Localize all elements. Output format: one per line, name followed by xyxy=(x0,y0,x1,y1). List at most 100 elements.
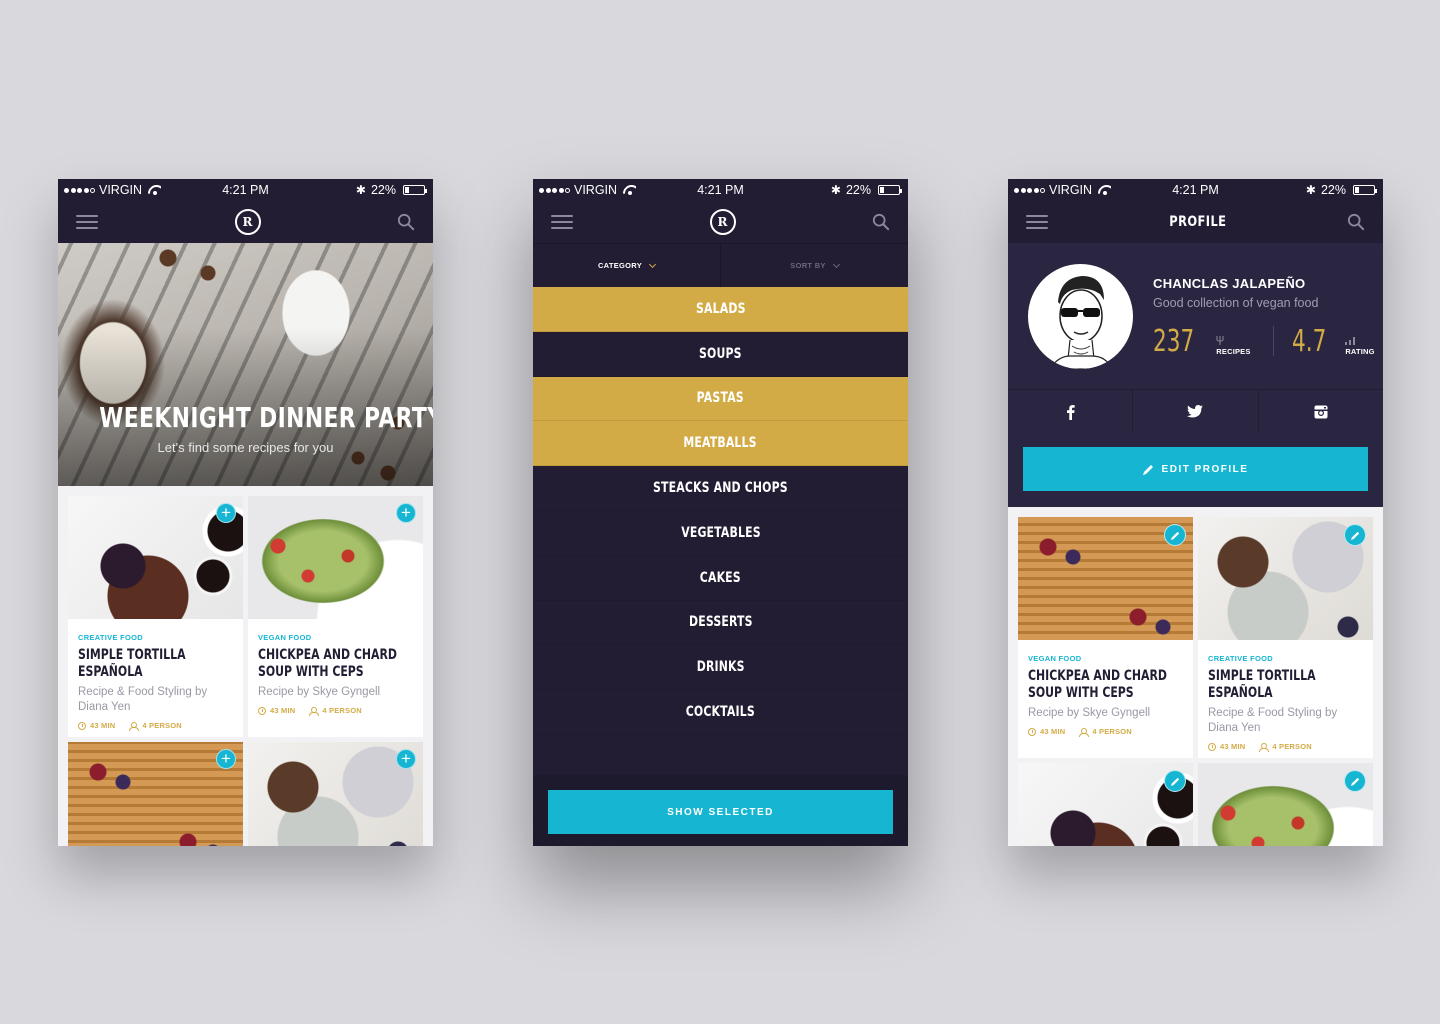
clock-icon xyxy=(258,706,266,715)
category-item[interactable]: VEGETABLES xyxy=(533,511,908,556)
battery-icon xyxy=(1353,185,1377,195)
bluetooth-icon: ✱ xyxy=(830,183,841,197)
recipe-servings: 4 PERSON xyxy=(142,721,182,730)
clock-icon xyxy=(1208,742,1216,751)
edit-recipe-button[interactable] xyxy=(1344,770,1366,792)
pencil-icon xyxy=(1142,464,1153,475)
show-selected-label: SHOW SELECTED xyxy=(667,806,774,818)
app-bar: R xyxy=(533,201,908,243)
menu-icon[interactable] xyxy=(1026,215,1048,229)
edit-recipe-button[interactable] xyxy=(1344,524,1366,546)
category-list: SALADS SOUPS PASTAS MEATBALLS STEACKS AN… xyxy=(533,287,908,735)
search-icon[interactable] xyxy=(1347,213,1365,231)
signal-icon xyxy=(64,187,95,193)
recipe-time: 43 MIN xyxy=(90,721,116,730)
bluetooth-icon: ✱ xyxy=(355,183,366,197)
search-icon[interactable] xyxy=(397,213,415,231)
category-label: PASTAS xyxy=(696,390,745,407)
category-item[interactable]: SOUPS xyxy=(533,332,908,377)
filter-bar: CATEGORY SORT BY xyxy=(533,243,908,287)
recipe-grid: + CREATIVE FOOD SIMPLE TORTILLA ESPAÑOLA… xyxy=(58,486,433,846)
wifi-icon xyxy=(148,185,161,195)
chevron-down-icon xyxy=(832,260,840,268)
recipe-time: 43 MIN xyxy=(1040,727,1066,736)
status-bar: VIRGIN 4:21 PM ✱ 22% xyxy=(1008,179,1383,201)
battery-percent: 22% xyxy=(845,183,871,197)
recipe-title: CHICKPEA AND CHARD SOUP WITH CEPS xyxy=(258,647,397,680)
recipe-card[interactable]: + VEGAN FOOD CHICKPEA AND CHARD SOUP WIT… xyxy=(248,496,423,737)
bar-chart-icon xyxy=(1345,337,1356,345)
category-item[interactable]: COCKTAILS xyxy=(533,690,908,735)
add-recipe-button[interactable]: + xyxy=(216,749,236,769)
recipe-card[interactable] xyxy=(1018,763,1193,846)
chevron-down-icon xyxy=(648,260,657,268)
edit-profile-section: EDIT PROFILE xyxy=(1008,433,1383,507)
recipe-servings: 4 PERSON xyxy=(1272,742,1312,751)
category-label: DRINKS xyxy=(696,659,745,676)
page-title: PROFILE xyxy=(1168,214,1227,230)
twitter-button[interactable] xyxy=(1133,390,1259,433)
sort-dropdown-label: SORT BY xyxy=(790,261,826,270)
search-icon[interactable] xyxy=(872,213,890,231)
app-logo-icon[interactable]: R xyxy=(234,209,261,235)
add-recipe-button[interactable]: + xyxy=(396,503,416,523)
app-logo-icon[interactable]: R xyxy=(709,209,736,235)
category-dropdown[interactable]: CATEGORY xyxy=(533,244,721,287)
category-item[interactable]: MEATBALLS xyxy=(533,421,908,467)
recipe-card[interactable]: + xyxy=(68,742,243,846)
pencil-icon xyxy=(1350,531,1359,540)
recipe-servings: 4 PERSON xyxy=(1092,727,1132,736)
category-label: COCKTAILS xyxy=(685,704,756,721)
avatar-illustration xyxy=(1049,275,1113,369)
edit-recipe-button[interactable] xyxy=(1164,524,1186,546)
phone-category-filter: VIRGIN 4:21 PM ✱ 22% R CATEGORY SORT BY … xyxy=(533,179,908,846)
category-item[interactable]: DRINKS xyxy=(533,645,908,691)
carrier-label: VIRGIN xyxy=(99,183,143,197)
recipe-card[interactable]: + CREATIVE FOOD SIMPLE TORTILLA ESPAÑOLA… xyxy=(68,496,243,737)
hero-banner[interactable]: WEEKNIGHT DINNER PARTY Let's find some r… xyxy=(58,243,433,486)
twitter-icon xyxy=(1187,405,1204,418)
add-recipe-button[interactable]: + xyxy=(396,749,416,769)
menu-icon[interactable] xyxy=(76,215,98,229)
category-item[interactable]: SALADS xyxy=(533,287,908,332)
person-icon xyxy=(129,721,140,731)
clock-icon xyxy=(78,721,86,730)
recipe-author: Recipe & Food Styling by Diana Yen xyxy=(1208,707,1338,734)
recipe-servings: 4 PERSON xyxy=(322,706,362,715)
avatar[interactable] xyxy=(1028,263,1133,369)
recipe-time: 43 MIN xyxy=(1220,742,1246,751)
pencil-icon xyxy=(1170,777,1179,786)
person-icon xyxy=(1079,727,1090,737)
category-dropdown-label: CATEGORY xyxy=(597,261,643,270)
category-label: STEACKS AND CHOPS xyxy=(653,480,788,497)
phone-profile-screen: VIRGIN 4:21 PM ✱ 22% PROFILE CHANCLAS JA… xyxy=(1008,179,1383,846)
recipe-card[interactable]: CREATIVE FOOD SIMPLE TORTILLA ESPAÑOLA R… xyxy=(1198,517,1373,758)
recipe-card[interactable]: VEGAN FOOD CHICKPEA AND CHARD SOUP WITH … xyxy=(1018,517,1193,758)
category-label: DESSERTS xyxy=(688,614,753,631)
pencil-icon xyxy=(1350,777,1359,786)
battery-icon xyxy=(403,185,427,195)
category-item[interactable]: DESSERTS xyxy=(533,601,908,646)
facebook-button[interactable] xyxy=(1008,390,1134,433)
recipe-card[interactable]: + xyxy=(248,742,423,846)
edit-recipe-button[interactable] xyxy=(1164,770,1186,792)
recipe-card[interactable] xyxy=(1198,763,1373,846)
menu-icon[interactable] xyxy=(551,215,573,229)
person-icon xyxy=(309,706,320,716)
sort-dropdown[interactable]: SORT BY xyxy=(721,244,908,287)
add-recipe-button[interactable]: + xyxy=(216,503,236,523)
category-item[interactable]: PASTAS xyxy=(533,376,908,422)
rating-value: 4.7 xyxy=(1291,324,1326,359)
edit-profile-button[interactable]: EDIT PROFILE xyxy=(1023,447,1368,491)
wifi-icon xyxy=(1098,185,1111,195)
profile-name: CHANCLAS JALAPEÑO xyxy=(1153,276,1306,291)
show-selected-button[interactable]: SHOW SELECTED xyxy=(548,790,893,834)
recipe-author: Recipe by Skye Gyngell xyxy=(258,686,381,698)
facebook-icon xyxy=(1066,404,1075,420)
category-item[interactable]: STEACKS AND CHOPS xyxy=(533,466,908,511)
instagram-button[interactable] xyxy=(1259,390,1383,433)
status-bar: VIRGIN 4:21 PM ✱ 22% xyxy=(533,179,908,201)
pencil-icon xyxy=(1170,531,1179,540)
category-item[interactable]: CAKES xyxy=(533,556,908,601)
social-links xyxy=(1008,389,1383,433)
